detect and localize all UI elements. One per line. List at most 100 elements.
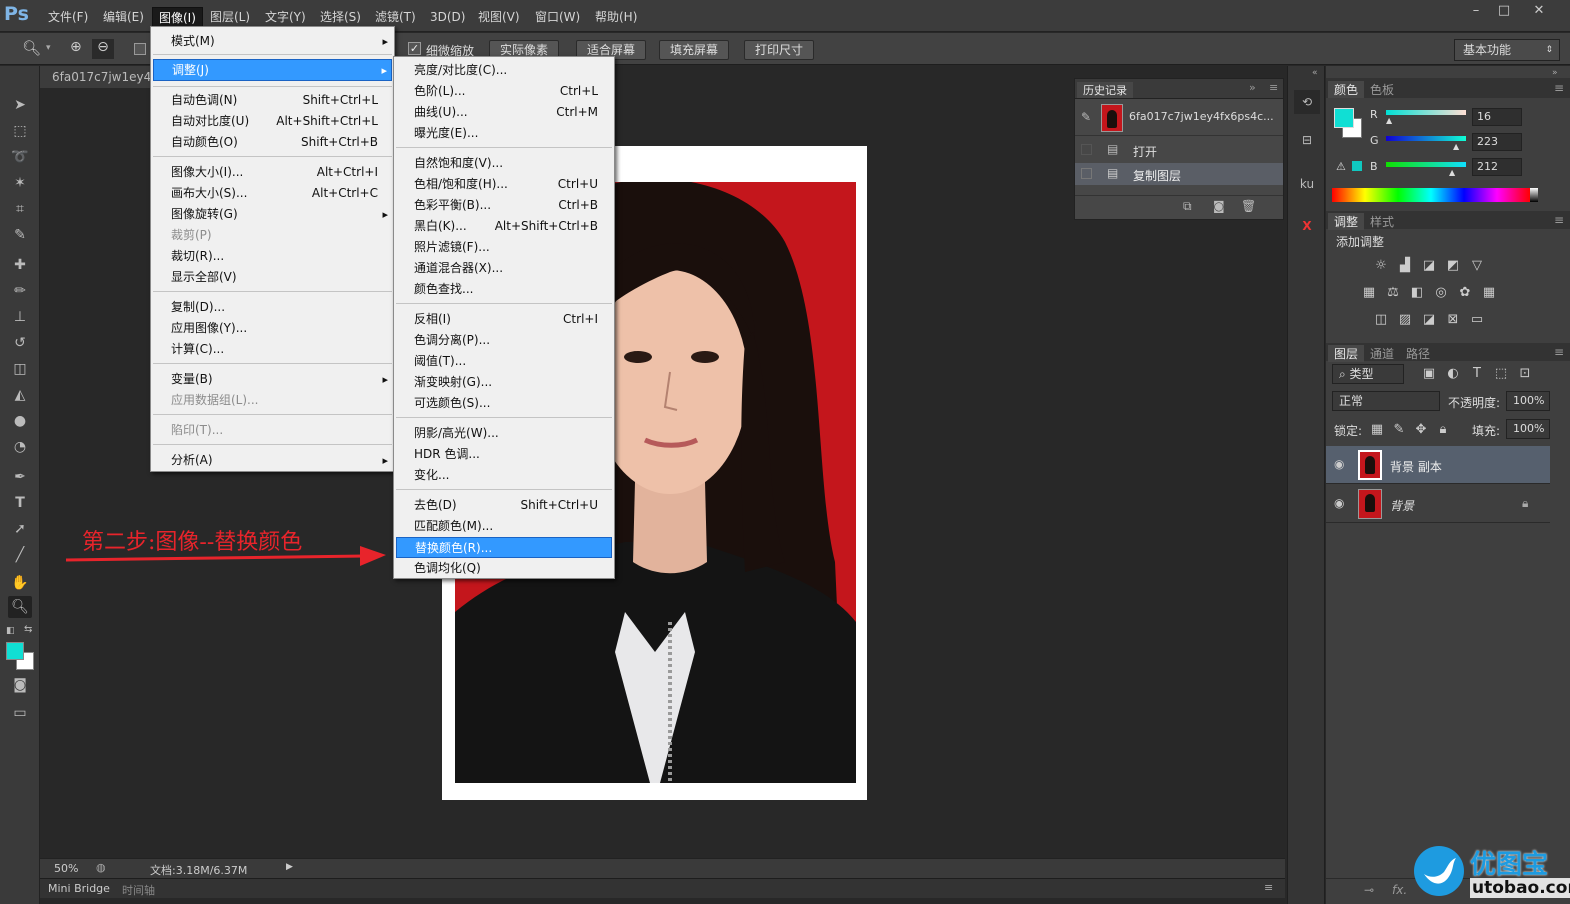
gradient-map-icon[interactable]: ▭: [1468, 312, 1486, 328]
color-balance-icon[interactable]: ⚖: [1384, 285, 1402, 301]
tab-color[interactable]: 颜色: [1328, 81, 1365, 98]
posterize-icon[interactable]: ▨: [1396, 312, 1414, 328]
hue-sat-icon[interactable]: ▦: [1360, 285, 1378, 301]
panel-menu-icon[interactable]: ≡: [1548, 81, 1570, 95]
collapse-icon[interactable]: »: [1243, 81, 1262, 94]
tab-layers[interactable]: 图层: [1328, 345, 1365, 362]
menu-view[interactable]: 视图(V): [472, 7, 526, 27]
vibrance-icon[interactable]: ▽: [1468, 258, 1486, 274]
link-icon[interactable]: ⊸: [1364, 883, 1374, 897]
slider-handle-icon[interactable]: ▲: [1453, 142, 1459, 151]
menu-layer[interactable]: 图层(L): [204, 7, 256, 27]
line-tool-icon[interactable]: ╱: [8, 544, 32, 566]
blur-tool-icon[interactable]: ●: [8, 410, 32, 432]
panel-menu-icon[interactable]: ≡: [1548, 213, 1570, 227]
menu-item-invert[interactable]: 反相(I) Ctrl+I: [396, 309, 612, 330]
menu-item-adjust[interactable]: 调整(J): [153, 59, 392, 81]
menu-item-image-size[interactable]: 图像大小(I)... Alt+Ctrl+I: [153, 162, 392, 183]
paint-bucket-tool-icon[interactable]: ◭: [8, 384, 32, 406]
menu-item-variables[interactable]: 变量(B): [153, 369, 392, 390]
menu-item-posterize[interactable]: 色调分离(P)...: [396, 330, 612, 351]
clone-stamp-tool-icon[interactable]: ⊥: [8, 306, 32, 328]
shape-filter-icon[interactable]: ⬚: [1492, 366, 1510, 382]
magic-wand-tool-icon[interactable]: ✶: [8, 172, 32, 194]
zoom-tool-icon[interactable]: 🔍︎: [22, 39, 41, 57]
photo-filter-icon[interactable]: ◎: [1432, 285, 1450, 301]
hand-tool-icon[interactable]: ✋: [8, 572, 32, 594]
layer-name[interactable]: 背景: [1390, 497, 1414, 514]
scrubby-zoom-checkbox[interactable]: ✓: [408, 42, 421, 55]
history-state-checkbox[interactable]: [1081, 144, 1092, 155]
menu-item-auto-contrast[interactable]: 自动对比度(U) Alt+Shift+Ctrl+L: [153, 111, 392, 132]
zoom-out-icon[interactable]: ⊖: [92, 39, 114, 59]
channel-b-value[interactable]: 212: [1472, 158, 1522, 176]
chevron-down-icon[interactable]: ▾: [46, 43, 51, 53]
foreground-color-swatch-top[interactable]: [6, 642, 24, 660]
menu-window[interactable]: 窗口(W): [529, 7, 586, 27]
channel-mixer-icon[interactable]: ✿: [1456, 285, 1474, 301]
menu-item-threshold[interactable]: 阈值(T)...: [396, 351, 612, 372]
document-tab[interactable]: 6fa017c7jw1ey4fx: [40, 66, 160, 88]
zoom-in-icon[interactable]: ⊕: [70, 39, 82, 55]
menu-help[interactable]: 帮助(H): [589, 7, 643, 27]
selective-color-icon[interactable]: ⊠: [1444, 312, 1462, 328]
eye-icon[interactable]: ◉: [1334, 457, 1344, 471]
path-selection-tool-icon[interactable]: ➚: [8, 518, 32, 540]
menu-item-desaturate[interactable]: 去色(D) Shift+Ctrl+U: [396, 495, 612, 516]
layer-row-active[interactable]: ◉ 背景 副本: [1326, 446, 1550, 484]
dodge-tool-icon[interactable]: ◔: [8, 436, 32, 458]
menu-item-reveal-all[interactable]: 显示全部(V): [153, 267, 392, 288]
menu-item-duplicate[interactable]: 复制(D)...: [153, 297, 392, 318]
menu-item-brightness-contrast[interactable]: 亮度/对比度(C)...: [396, 60, 612, 81]
layer-filter-select[interactable]: ⌕ 类型: [1332, 364, 1404, 384]
tab-adjustments[interactable]: 调整: [1328, 213, 1365, 230]
exposure-icon[interactable]: ◩: [1444, 258, 1462, 274]
default-colors-icon[interactable]: ◧: [6, 626, 15, 636]
channel-r-slider[interactable]: [1386, 110, 1466, 115]
layer-name[interactable]: 背景 副本: [1390, 458, 1442, 475]
lock-all-icon[interactable]: 🔒︎: [1434, 422, 1452, 438]
warning-icon[interactable]: ⚠: [1336, 160, 1346, 173]
menu-item-selective-color[interactable]: 可选颜色(S)...: [396, 393, 612, 414]
panel-menu-icon[interactable]: ≡: [1264, 881, 1273, 894]
menu-3d[interactable]: 3D(D): [424, 7, 471, 27]
menu-item-vibrance[interactable]: 自然饱和度(V)...: [396, 153, 612, 174]
menu-item-replace-color[interactable]: 替换颜色(R)...: [396, 537, 612, 558]
menu-item-apply-image[interactable]: 应用图像(Y)...: [153, 318, 392, 339]
minimize-icon[interactable]: –: [1462, 2, 1490, 20]
channel-b-slider[interactable]: [1386, 162, 1466, 167]
menu-item-color-balance[interactable]: 色彩平衡(B)... Ctrl+B: [396, 195, 612, 216]
channel-g-slider[interactable]: [1386, 136, 1466, 141]
channel-r-value[interactable]: 16: [1472, 108, 1522, 126]
lock-brush-icon[interactable]: ✎: [1390, 422, 1408, 438]
lock-move-icon[interactable]: ✥: [1412, 422, 1430, 438]
brightness-icon[interactable]: ☼: [1372, 258, 1390, 274]
print-size-button[interactable]: 打印尺寸: [744, 40, 815, 60]
menu-item-gradient-map[interactable]: 渐变映射(G)...: [396, 372, 612, 393]
panel-menu-icon[interactable]: ≡: [1263, 81, 1284, 94]
quick-mask-icon[interactable]: ◙: [8, 674, 32, 696]
menu-item-shadows-highlights[interactable]: 阴影/高光(W)...: [396, 423, 612, 444]
fill-screen-button[interactable]: 填充屏幕: [659, 40, 730, 60]
crop-tool-icon[interactable]: ⌗: [8, 198, 32, 220]
adjustment-filter-icon[interactable]: ◐: [1444, 366, 1462, 382]
menu-item-levels[interactable]: 色阶(L)... Ctrl+L: [396, 81, 612, 102]
invert-icon[interactable]: ◫: [1372, 312, 1390, 328]
menu-item-exposure[interactable]: 曝光度(E)...: [396, 123, 612, 144]
levels-icon[interactable]: ▟: [1396, 258, 1414, 274]
color-spectrum-bar[interactable]: [1332, 188, 1530, 202]
menu-item-equalize[interactable]: 色调均化(Q): [396, 558, 612, 579]
menu-item-channel-mixer[interactable]: 通道混合器(X)...: [396, 258, 612, 279]
color-lookup-icon[interactable]: ▦: [1480, 285, 1498, 301]
menu-item-color-lookup[interactable]: 颜色查找...: [396, 279, 612, 300]
menu-item-analysis[interactable]: 分析(A): [153, 450, 392, 471]
menu-item-photo-filter[interactable]: 照片滤镜(F)...: [396, 237, 612, 258]
pixel-filter-icon[interactable]: ▣: [1420, 366, 1438, 382]
healing-brush-tool-icon[interactable]: ✚: [8, 254, 32, 276]
menu-item-calculations[interactable]: 计算(C)...: [153, 339, 392, 360]
threshold-icon[interactable]: ◪: [1420, 312, 1438, 328]
extension-icon[interactable]: X: [1294, 214, 1320, 238]
new-document-icon[interactable]: ⧉: [1183, 199, 1192, 214]
slider-handle-icon[interactable]: ▲: [1386, 116, 1392, 125]
properties-panel-icon[interactable]: ⊟: [1294, 128, 1320, 152]
